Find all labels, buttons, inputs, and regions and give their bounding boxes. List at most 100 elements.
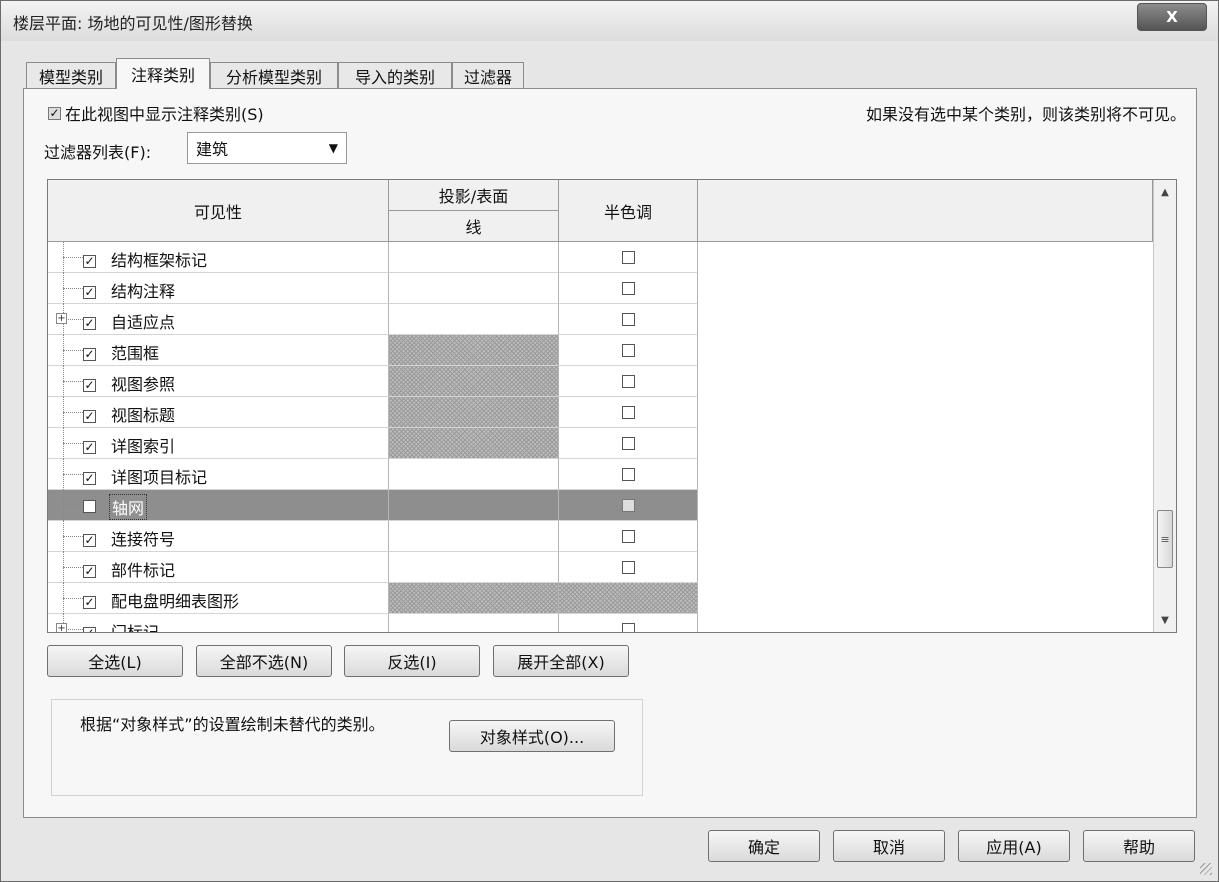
halftone-cell[interactable]	[559, 614, 698, 632]
category-checkbox[interactable]: ✓	[83, 471, 96, 485]
tab-model-categories[interactable]: 模型类别	[26, 62, 116, 88]
projection-line-cell[interactable]	[389, 614, 559, 632]
halftone-cell[interactable]	[559, 459, 698, 490]
table-row[interactable]: ✓ 连接符号	[48, 521, 1153, 552]
category-checkbox[interactable]: ✓	[83, 347, 96, 361]
halftone-checkbox[interactable]	[621, 467, 635, 481]
show-annotation-checkbox[interactable]: ✓	[48, 106, 61, 120]
header-line[interactable]: 线	[389, 211, 559, 242]
table-row[interactable]: + ✓ 门标记	[48, 614, 1153, 632]
select-all-button[interactable]: 全选(L)	[47, 645, 183, 677]
table-row[interactable]: ✓ 配电盘明细表图形	[48, 583, 1153, 614]
projection-line-cell[interactable]	[389, 552, 559, 583]
visibility-cell[interactable]: ✓ 范围框	[48, 335, 389, 366]
object-styles-button[interactable]: 对象样式(O)...	[449, 720, 615, 752]
visibility-cell[interactable]: ✓ 结构框架标记	[48, 242, 389, 273]
vertical-scrollbar[interactable]: ▲ ≡ ▼	[1153, 180, 1176, 632]
expand-plus-icon[interactable]: +	[56, 623, 67, 632]
halftone-cell[interactable]	[559, 490, 698, 521]
expand-all-button[interactable]: 展开全部(X)	[493, 645, 629, 677]
table-row[interactable]: ✓ 部件标记	[48, 552, 1153, 583]
halftone-checkbox[interactable]	[621, 405, 635, 419]
visibility-cell[interactable]: + ✓ 自适应点	[48, 304, 389, 335]
category-checkbox[interactable]: ✓	[83, 440, 96, 454]
halftone-cell[interactable]	[559, 583, 698, 614]
ok-button[interactable]: 确定	[708, 830, 820, 862]
halftone-checkbox[interactable]	[621, 560, 635, 574]
halftone-cell[interactable]	[559, 242, 698, 273]
help-button[interactable]: 帮助	[1083, 830, 1195, 862]
cancel-button[interactable]: 取消	[833, 830, 945, 862]
table-row[interactable]: ✓ 视图标题	[48, 397, 1153, 428]
category-checkbox[interactable]: ✓	[83, 564, 96, 578]
visibility-cell[interactable]: ✓ 视图标题	[48, 397, 389, 428]
category-checkbox[interactable]: ✓	[83, 316, 96, 330]
projection-line-cell[interactable]	[389, 397, 559, 428]
tab-analytical-model-categories[interactable]: 分析模型类别	[210, 62, 338, 88]
projection-line-cell[interactable]	[389, 335, 559, 366]
projection-line-cell[interactable]	[389, 273, 559, 304]
tab-imported-categories[interactable]: 导入的类别	[338, 62, 452, 88]
visibility-cell[interactable]: ✓ 详图索引	[48, 428, 389, 459]
category-checkbox[interactable]: ✓	[83, 285, 96, 299]
visibility-cell[interactable]: 轴网	[48, 490, 389, 521]
category-checkbox[interactable]: ✓	[83, 409, 96, 423]
category-checkbox[interactable]: ✓	[83, 595, 96, 609]
visibility-cell[interactable]: ✓ 部件标记	[48, 552, 389, 583]
resize-grip-icon[interactable]	[1200, 863, 1212, 875]
visibility-cell[interactable]: ✓ 视图参照	[48, 366, 389, 397]
scroll-down-icon[interactable]: ▼	[1154, 610, 1176, 630]
filter-list-select[interactable]: 建筑 ▼	[187, 132, 347, 164]
category-checkbox[interactable]	[83, 500, 96, 513]
halftone-checkbox[interactable]	[621, 529, 635, 543]
halftone-checkbox[interactable]	[621, 250, 635, 264]
select-none-button[interactable]: 全部不选(N)	[196, 645, 332, 677]
category-checkbox[interactable]: ✓	[83, 378, 96, 392]
visibility-cell[interactable]: ✓ 连接符号	[48, 521, 389, 552]
table-row[interactable]: + ✓ 自适应点	[48, 304, 1153, 335]
halftone-cell[interactable]	[559, 521, 698, 552]
table-row[interactable]: ✓ 结构框架标记	[48, 242, 1153, 273]
visibility-cell[interactable]: ✓ 结构注释	[48, 273, 389, 304]
halftone-cell[interactable]	[559, 397, 698, 428]
halftone-checkbox[interactable]	[621, 436, 635, 450]
show-annotation-checkbox-row[interactable]: ✓ 在此视图中显示注释类别(S)	[48, 101, 264, 125]
projection-line-cell[interactable]	[389, 583, 559, 614]
tab-filters[interactable]: 过滤器	[452, 62, 524, 88]
visibility-cell[interactable]: ✓ 详图项目标记	[48, 459, 389, 490]
halftone-cell[interactable]	[559, 335, 698, 366]
halftone-checkbox[interactable]	[621, 281, 635, 295]
projection-line-cell[interactable]	[389, 428, 559, 459]
halftone-checkbox[interactable]	[621, 312, 635, 326]
halftone-cell[interactable]	[559, 304, 698, 335]
visibility-cell[interactable]: + ✓ 门标记	[48, 614, 389, 632]
projection-line-cell[interactable]	[389, 242, 559, 273]
expand-plus-icon[interactable]: +	[56, 313, 67, 324]
tab-annotation-categories[interactable]: 注释类别	[116, 58, 210, 89]
apply-button[interactable]: 应用(A)	[958, 830, 1070, 862]
halftone-cell[interactable]	[559, 552, 698, 583]
table-row[interactable]: ✓ 结构注释	[48, 273, 1153, 304]
halftone-checkbox[interactable]	[621, 498, 635, 512]
halftone-checkbox[interactable]	[621, 374, 635, 388]
halftone-checkbox[interactable]	[621, 622, 635, 632]
table-row[interactable]: ✓ 范围框	[48, 335, 1153, 366]
projection-line-cell[interactable]	[389, 304, 559, 335]
header-visibility[interactable]: 可见性	[48, 180, 389, 242]
table-row[interactable]: ✓ 详图索引	[48, 428, 1153, 459]
category-checkbox[interactable]: ✓	[83, 626, 96, 632]
projection-line-cell[interactable]	[389, 366, 559, 397]
table-row[interactable]: 轴网	[48, 490, 1153, 521]
projection-line-cell[interactable]	[389, 459, 559, 490]
projection-line-cell[interactable]	[389, 521, 559, 552]
table-row[interactable]: ✓ 详图项目标记	[48, 459, 1153, 490]
close-button[interactable]: X	[1137, 3, 1207, 31]
table-row[interactable]: ✓ 视图参照	[48, 366, 1153, 397]
scroll-up-icon[interactable]: ▲	[1154, 182, 1176, 202]
header-halftone[interactable]: 半色调	[559, 180, 698, 242]
halftone-cell[interactable]	[559, 428, 698, 459]
visibility-cell[interactable]: ✓ 配电盘明细表图形	[48, 583, 389, 614]
invert-selection-button[interactable]: 反选(I)	[344, 645, 480, 677]
scroll-thumb[interactable]: ≡	[1157, 510, 1173, 568]
halftone-checkbox[interactable]	[621, 343, 635, 357]
